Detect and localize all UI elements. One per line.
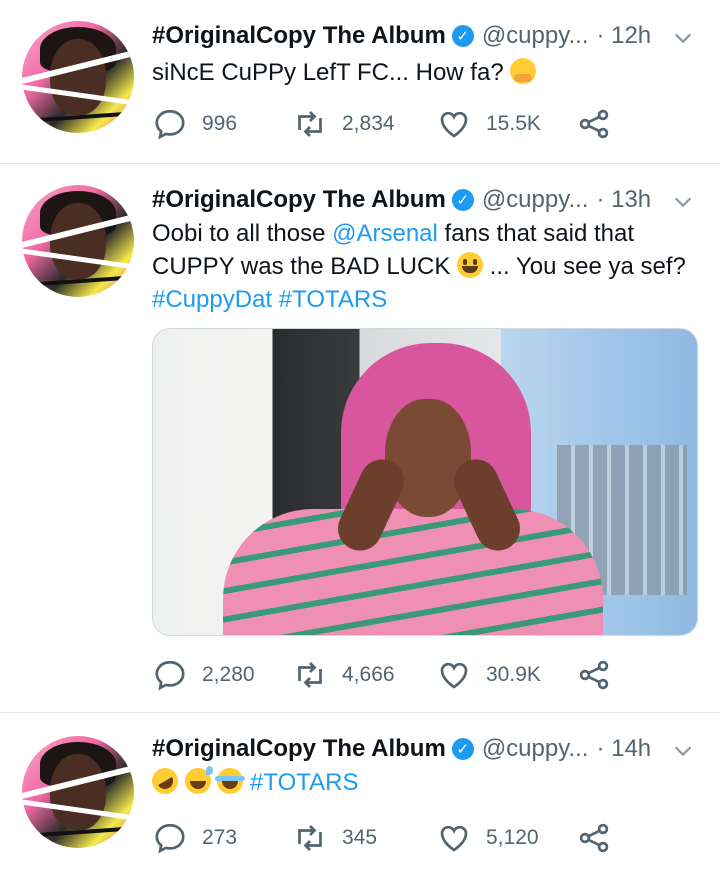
tweet-time[interactable]: · 13h	[596, 186, 651, 214]
share-icon	[579, 823, 609, 853]
user-handle[interactable]: @cuppy...	[482, 735, 589, 763]
like-button[interactable]: 15.5K	[436, 104, 541, 144]
tweet-3[interactable]: #OriginalCopy The Album ✓ @cuppy... · 14…	[0, 712, 720, 870]
verified-badge-icon: ✓	[451, 189, 474, 211]
rolling-on-floor-laughing-emoji-icon	[147, 763, 183, 799]
like-count: 15.5K	[486, 112, 541, 135]
share-button[interactable]	[576, 818, 626, 858]
share-icon	[579, 660, 609, 690]
heart-icon	[440, 825, 468, 852]
retweet-button[interactable]: 345	[292, 818, 377, 858]
reply-button[interactable]: 273	[152, 818, 237, 858]
tweet-text: Oobi to all those @Arsenal fans that sai…	[152, 220, 686, 313]
tweet-text: #TOTARS	[147, 763, 700, 799]
reply-count: 273	[202, 826, 238, 849]
user-handle[interactable]: @cuppy...	[482, 22, 589, 50]
like-count: 5,120	[486, 826, 539, 849]
tweet-header: #OriginalCopy The Album ✓ @cuppy... · 14…	[152, 733, 651, 765]
tweet-time[interactable]: · 14h	[596, 735, 651, 763]
like-button[interactable]: 5,120	[436, 818, 539, 858]
grinning-face-emoji-icon	[457, 252, 484, 278]
tweet-header: #OriginalCopy The Album ✓ @cuppy... · 12…	[152, 20, 651, 52]
heart-icon	[440, 662, 468, 689]
avatar[interactable]	[22, 736, 134, 848]
share-icon	[579, 109, 609, 139]
display-name[interactable]: #OriginalCopy The Album	[152, 735, 446, 763]
grinning-sweat-emoji-icon	[184, 766, 213, 794]
chevron-down-icon[interactable]	[672, 740, 694, 762]
tweet-1[interactable]: #OriginalCopy The Album ✓ @cuppy... · 12…	[0, 0, 720, 164]
tears-of-joy-emoji-icon	[215, 768, 246, 794]
tweet-header: #OriginalCopy The Album ✓ @cuppy... · 13…	[152, 184, 651, 216]
chevron-down-icon[interactable]	[672, 27, 694, 49]
avatar[interactable]	[22, 21, 134, 133]
tweet-time[interactable]: · 12h	[596, 22, 651, 50]
hashtag-links[interactable]: #CuppyDat #TOTARS	[152, 286, 387, 313]
retweet-icon	[298, 111, 322, 137]
share-button[interactable]	[576, 104, 626, 144]
like-button[interactable]: 30.9K	[436, 655, 541, 695]
retweet-icon	[298, 662, 322, 688]
mention-link[interactable]: @Arsenal	[332, 220, 438, 247]
verified-badge-icon: ✓	[451, 25, 474, 47]
user-handle[interactable]: @cuppy...	[482, 186, 589, 214]
share-button[interactable]	[576, 655, 626, 695]
tweet-2[interactable]: #OriginalCopy The Album ✓ @cuppy... · 13…	[0, 163, 720, 713]
retweet-button[interactable]: 2,834	[292, 104, 395, 144]
retweet-icon	[298, 825, 322, 851]
reply-count: 2,280	[202, 663, 255, 686]
verified-badge-icon: ✓	[451, 738, 474, 760]
reply-button[interactable]: 2,280	[152, 655, 255, 695]
display-name[interactable]: #OriginalCopy The Album	[152, 186, 446, 214]
reply-count: 996	[202, 112, 238, 135]
tweet-photo[interactable]	[152, 328, 698, 636]
chevron-down-icon[interactable]	[672, 191, 694, 213]
retweet-count: 2,834	[342, 112, 395, 135]
like-count: 30.9K	[486, 663, 541, 686]
avatar[interactable]	[22, 185, 134, 297]
tweet-text: siNcE CuPPy LefT FC... How fa?	[152, 56, 700, 89]
retweet-count: 345	[342, 826, 378, 849]
reply-icon	[155, 109, 185, 140]
display-name[interactable]: #OriginalCopy The Album	[152, 22, 446, 50]
heart-icon	[440, 111, 468, 138]
retweet-button[interactable]: 4,666	[292, 655, 395, 695]
retweet-count: 4,666	[342, 663, 395, 686]
hashtag-link[interactable]: #TOTARS	[250, 769, 358, 796]
hugging-face-emoji-icon	[510, 58, 537, 84]
reply-icon	[155, 823, 185, 854]
reply-icon	[155, 660, 185, 691]
reply-button[interactable]: 996	[152, 104, 237, 144]
